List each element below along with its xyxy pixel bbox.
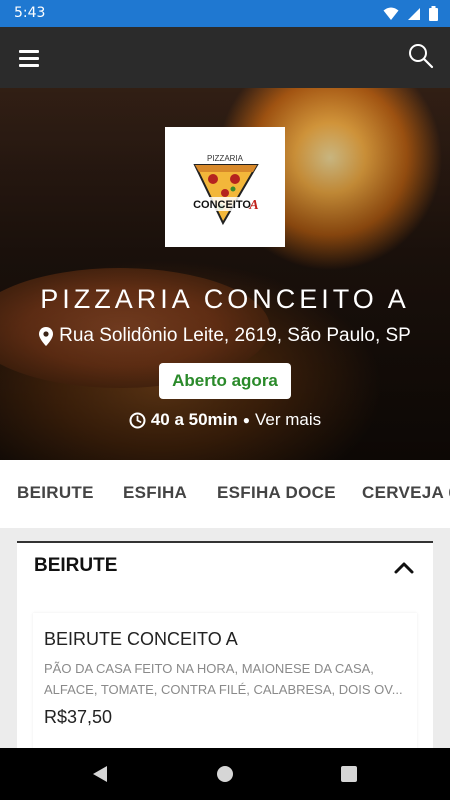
menu-item-description-line: PÃO DA CASA FEITO NA HORA, MAIONESE DA C… xyxy=(44,661,374,676)
clock-icon xyxy=(129,412,146,428)
restaurant-logo: PIZZARIA CONCEITO A xyxy=(165,127,285,247)
system-navigation-bar xyxy=(0,748,450,800)
app-bar xyxy=(0,27,450,88)
open-status-badge: Aberto agora xyxy=(159,363,291,399)
address-text: Rua Solidônio Leite, 2619, São Paulo, SP xyxy=(59,325,411,346)
search-icon[interactable] xyxy=(406,41,436,71)
tab-cerveja[interactable]: CERVEJA 600ML xyxy=(362,483,450,503)
svg-text:A: A xyxy=(248,198,258,213)
battery-icon xyxy=(429,6,438,21)
home-icon[interactable] xyxy=(217,766,233,782)
tab-beirute[interactable]: BEIRUTE xyxy=(17,483,94,503)
cellular-signal-icon xyxy=(408,7,420,20)
wifi-icon xyxy=(383,7,399,20)
recent-apps-icon[interactable] xyxy=(341,766,357,782)
status-bar: 5:43 xyxy=(0,0,450,27)
restaurant-name: PIZZARIA CONCEITO A xyxy=(40,284,410,314)
menu-item-name: BEIRUTE CONCEITO A xyxy=(44,629,238,649)
tab-esfiha-doce[interactable]: ESFIHA DOCE xyxy=(217,483,336,503)
category-tabs: BEIRUTE ESFIHA ESFIHA DOCE CERVEJA 600ML xyxy=(0,460,450,528)
see-more-link[interactable]: Ver mais xyxy=(255,410,321,430)
hamburger-menu-icon[interactable] xyxy=(14,43,44,73)
menu-item-description: PÃO DA CASA FEITO NA HORA, MAIONESE DA C… xyxy=(44,658,409,700)
menu-item-price: R$37,50 xyxy=(44,707,113,727)
restaurant-hero: PIZZARIA CONCEITO A PIZZARIA CONCEITO A … xyxy=(0,88,450,460)
restaurant-address: Rua Solidônio Leite, 2619, São Paulo, SP xyxy=(0,325,450,347)
svg-text:CONCEITO: CONCEITO xyxy=(193,199,251,211)
chevron-up-icon[interactable] xyxy=(391,555,417,581)
separator-dot: ● xyxy=(242,413,251,427)
delivery-time: 40 a 50min xyxy=(150,410,238,429)
back-icon[interactable] xyxy=(92,765,108,783)
map-pin-icon xyxy=(39,326,54,346)
status-icons xyxy=(383,6,438,21)
tab-esfiha[interactable]: ESFIHA xyxy=(123,483,187,503)
menu-item-description-line: ALFACE, TOMATE, CONTRA FILÉ, CALABRESA, … xyxy=(44,682,403,697)
delivery-info: 40 a 50min ● Ver mais xyxy=(0,410,450,430)
pizza-slice-logo-icon: PIZZARIA CONCEITO A xyxy=(193,154,259,226)
svg-text:PIZZARIA: PIZZARIA xyxy=(207,154,244,163)
section-title: BEIRUTE xyxy=(34,555,118,576)
status-time: 5:43 xyxy=(14,5,46,21)
